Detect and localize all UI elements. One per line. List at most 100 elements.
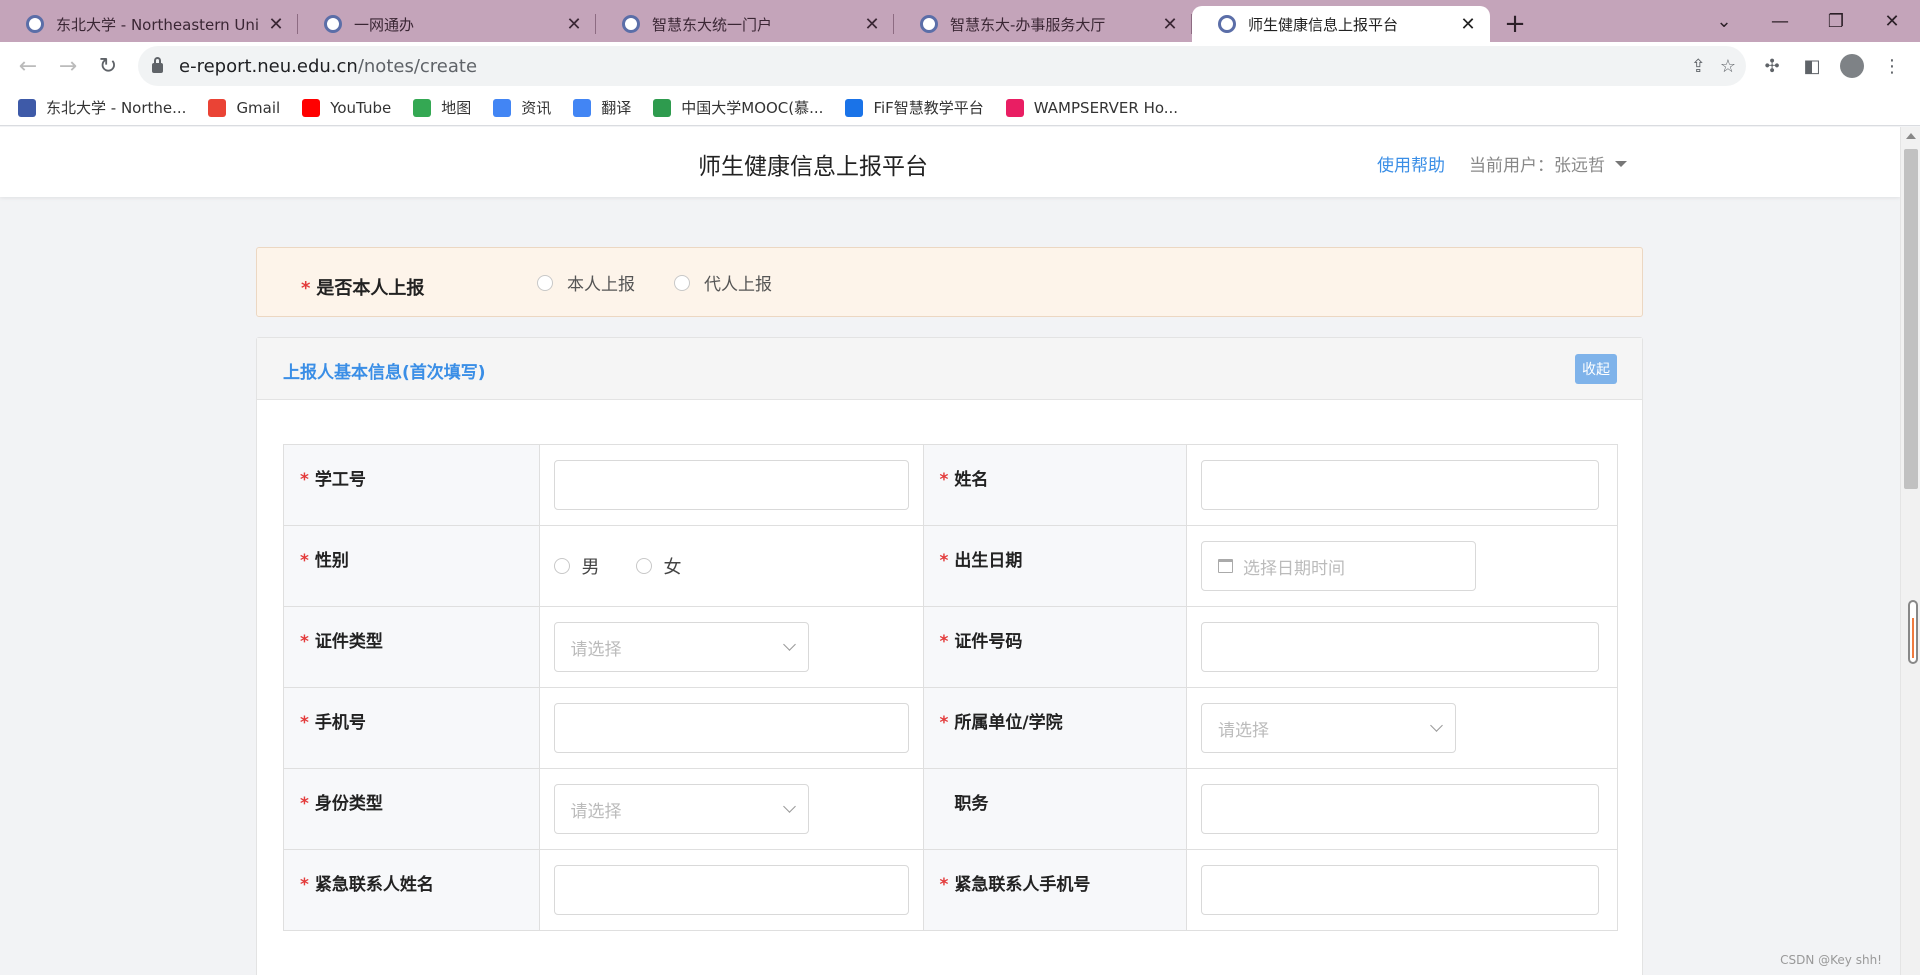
- window-close-icon[interactable]: ✕: [1864, 0, 1920, 42]
- bookmark-label: 东北大学 - Northe...: [46, 99, 187, 117]
- chevron-down-icon: [782, 800, 796, 813]
- field-label: * 紧急联系人姓名: [283, 849, 540, 931]
- bookmark-item[interactable]: FiF智慧教学平台: [845, 97, 984, 118]
- radio-circle-icon[interactable]: [635, 558, 652, 574]
- scroll-up-arrow-icon[interactable]: [1906, 133, 1916, 139]
- minimize-icon[interactable]: —: [1752, 0, 1808, 42]
- close-icon[interactable]: ✕: [266, 14, 286, 35]
- close-icon[interactable]: ✕: [1458, 14, 1478, 35]
- self-report-section: * 是否本人上报 本人上报 代人上报: [256, 247, 1643, 317]
- page-title: 师生健康信息上报平台: [698, 154, 928, 180]
- field-label: * 学工号: [283, 444, 540, 526]
- chevron-down-icon: [782, 638, 796, 651]
- bookmark-item[interactable]: 地图: [413, 97, 471, 118]
- tab-title: 一网通办: [354, 15, 415, 34]
- tab-service-hall[interactable]: 智慧东大-办事服务大厅 ✕: [894, 6, 1192, 42]
- tab-yiwangtongban[interactable]: 一网通办 ✕: [298, 6, 596, 42]
- basic-info-form: * 学工号 * 姓名 * 性别 男 女 * 出生日期 选择日期时间 * 证件类型 请选择: [283, 444, 1618, 931]
- neu-logo-icon: [26, 15, 44, 33]
- phone-input[interactable]: [553, 703, 909, 753]
- current-user-label: 当前用户：张远哲: [1469, 156, 1605, 176]
- user-menu[interactable]: 当前用户：张远哲: [1469, 151, 1627, 176]
- address-input[interactable]: e-report.neu.edu.cn/notes/create ⇪ ☆: [138, 46, 1746, 86]
- tab-neu[interactable]: 东北大学 - Northeastern University ✕: [0, 6, 298, 42]
- close-icon[interactable]: ✕: [564, 14, 584, 35]
- bookmark-item[interactable]: Gmail: [208, 98, 280, 117]
- emergency-name-input[interactable]: [553, 865, 909, 915]
- radio-male[interactable]: 男: [553, 553, 600, 579]
- tab-title: 智慧东大统一门户: [652, 15, 773, 34]
- bookmark-star-icon[interactable]: ☆: [1720, 56, 1736, 77]
- share-icon[interactable]: ⇪: [1691, 56, 1706, 77]
- id-type-select[interactable]: 请选择: [553, 622, 809, 672]
- help-link[interactable]: 使用帮助: [1377, 151, 1445, 176]
- close-icon[interactable]: ✕: [862, 14, 882, 35]
- field-label: * 性别: [283, 525, 540, 607]
- bookmark-item[interactable]: YouTube: [302, 98, 392, 117]
- bookmark-item[interactable]: 中国大学MOOC(慕...: [653, 97, 823, 118]
- field-label: *职务: [922, 768, 1188, 850]
- id-number-input[interactable]: [1201, 622, 1600, 672]
- basic-info-card: 上报人基本信息(首次填写) 收起 * 学工号 * 姓名 * 性别 男 女 * 出…: [256, 337, 1643, 975]
- side-panel-icon[interactable]: ◧: [1794, 48, 1830, 84]
- news-icon: [493, 98, 512, 117]
- neu-logo-icon: [622, 15, 640, 33]
- reload-icon[interactable]: ↻: [88, 46, 128, 86]
- youtube-icon: [302, 98, 321, 117]
- form-row: *身份类型 请选择 *职务: [283, 768, 1618, 850]
- bookmark-label: 地图: [441, 99, 472, 117]
- position-input[interactable]: [1201, 784, 1600, 834]
- field-label: * 姓名: [922, 444, 1188, 526]
- radio-self-report[interactable]: 本人上报: [537, 270, 635, 295]
- url-text: e-report.neu.edu.cn/notes/create: [179, 55, 478, 77]
- extensions-puzzle-icon[interactable]: ✣: [1754, 48, 1790, 84]
- tab-portal[interactable]: 智慧东大统一门户 ✕: [596, 6, 894, 42]
- tab-title: 师生健康信息上报平台: [1248, 15, 1399, 34]
- student-id-input[interactable]: [553, 460, 909, 510]
- form-row: * 紧急联系人姓名 * 紧急联系人手机号: [283, 849, 1618, 931]
- scrollbar-thumb[interactable]: [1904, 149, 1918, 489]
- radio-circle-icon[interactable]: [553, 558, 570, 574]
- bookmark-label: 资讯: [521, 99, 552, 117]
- bookmark-item[interactable]: 东北大学 - Northe...: [18, 97, 186, 118]
- emergency-phone-input[interactable]: [1201, 865, 1600, 915]
- tab-strip: 东北大学 - Northeastern University ✕ 一网通办 ✕ …: [0, 0, 1920, 42]
- card-header: 上报人基本信息(首次填写) 收起: [257, 338, 1642, 400]
- new-tab-plus-icon[interactable]: +: [1490, 6, 1540, 42]
- forward-icon[interactable]: →: [48, 46, 88, 86]
- restore-icon[interactable]: ❐: [1808, 0, 1864, 42]
- mooc-icon: [653, 98, 672, 117]
- wamp-icon: [1005, 98, 1024, 117]
- identity-type-select[interactable]: 请选择: [553, 784, 809, 834]
- page-viewport: 师生健康信息上报平台 使用帮助 当前用户：张远哲 * 是否本人上报 本人上报 代人…: [0, 127, 1900, 975]
- bookmark-item[interactable]: 翻译: [573, 97, 631, 118]
- profile-avatar-icon[interactable]: [1834, 48, 1870, 84]
- more-menu-icon[interactable]: ⋮: [1874, 48, 1910, 84]
- close-icon[interactable]: ✕: [1160, 14, 1180, 35]
- calendar-icon: [1218, 559, 1234, 573]
- lock-icon[interactable]: [152, 57, 163, 73]
- bookmark-item[interactable]: 资讯: [493, 97, 551, 118]
- neu-logo-icon: [324, 15, 342, 33]
- field-label: * 证件类型: [283, 606, 540, 688]
- radio-circle-icon[interactable]: [537, 274, 553, 291]
- department-select[interactable]: 请选择: [1201, 703, 1457, 753]
- collapse-button[interactable]: 收起: [1575, 354, 1617, 384]
- neu-logo-icon: [1218, 15, 1236, 33]
- tab-search-chevron-icon[interactable]: ⌄: [1696, 0, 1752, 42]
- radio-female[interactable]: 女: [635, 553, 682, 579]
- bookmark-label: YouTube: [330, 98, 392, 117]
- birth-date-picker[interactable]: 选择日期时间: [1201, 541, 1477, 591]
- name-input[interactable]: [1201, 460, 1600, 510]
- form-row: * 学工号 * 姓名: [283, 444, 1618, 526]
- radio-proxy-report[interactable]: 代人上报: [674, 270, 772, 295]
- tab-title: 智慧东大-办事服务大厅: [950, 15, 1106, 34]
- tab-health-report[interactable]: 师生健康信息上报平台 ✕: [1192, 6, 1490, 42]
- field-label: * 证件号码: [922, 606, 1188, 688]
- back-icon[interactable]: ←: [8, 46, 48, 86]
- radio-circle-icon[interactable]: [674, 274, 690, 291]
- form-row: * 证件类型 请选择 * 证件号码: [283, 606, 1618, 688]
- bookmark-item[interactable]: WAMPSERVER Ho...: [1005, 98, 1178, 117]
- chevron-down-icon: [1430, 719, 1443, 732]
- page-scrollbar[interactable]: [1900, 127, 1920, 975]
